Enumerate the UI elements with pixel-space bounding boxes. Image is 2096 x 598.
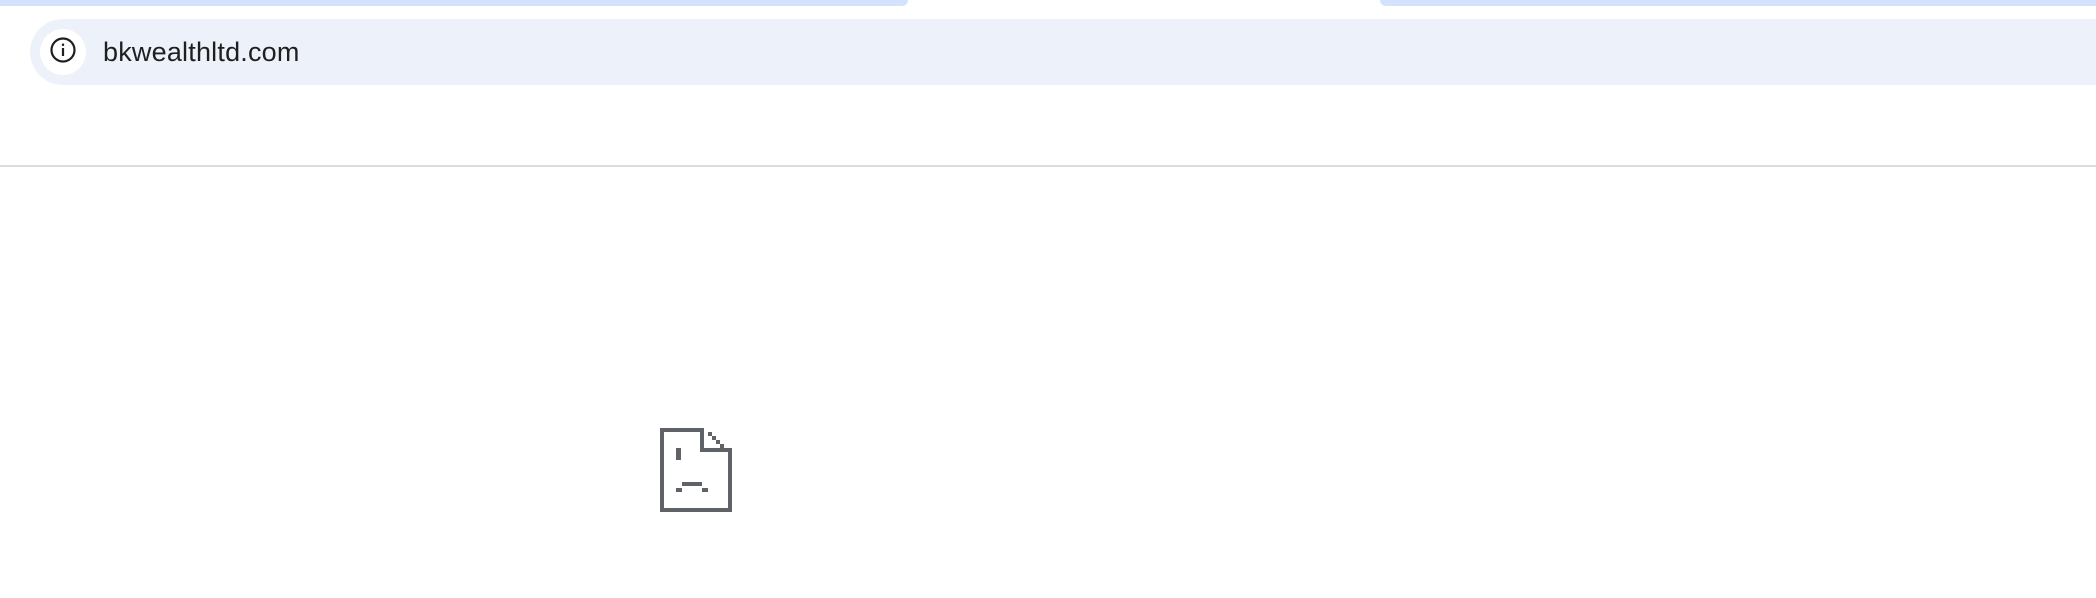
site-info-button[interactable] (40, 29, 86, 75)
info-icon (49, 36, 77, 69)
address-bar[interactable]: bkwealthltd.com (30, 19, 2096, 85)
sad-document-icon (658, 426, 734, 514)
url-text[interactable]: bkwealthltd.com (103, 37, 300, 68)
browser-toolbar: bkwealthltd.com (0, 0, 2096, 167)
page-content (0, 167, 2096, 598)
tab-right-edge[interactable] (1380, 0, 2096, 6)
tab-left-edge[interactable] (0, 0, 908, 6)
